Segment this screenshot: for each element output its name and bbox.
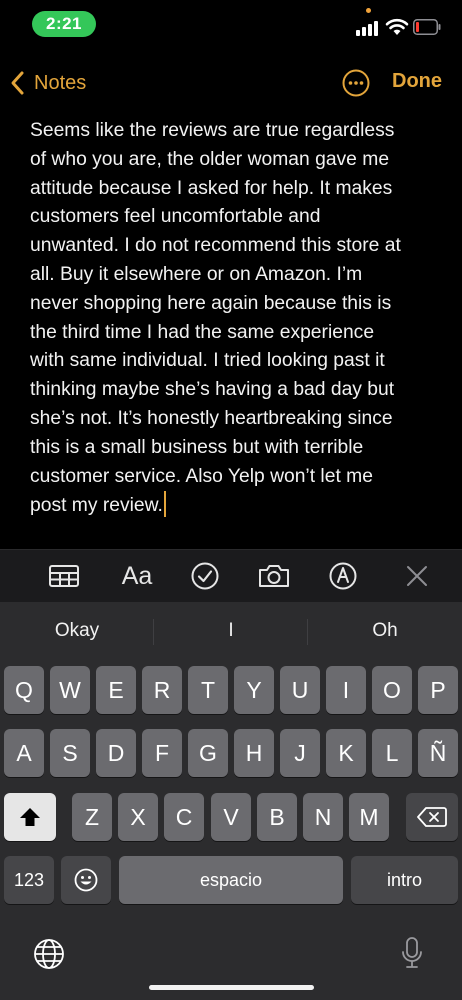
key-r[interactable]: R xyxy=(142,666,182,714)
key-s[interactable]: S xyxy=(50,729,90,777)
wifi-icon xyxy=(385,18,409,35)
checklist-button[interactable] xyxy=(191,561,219,591)
cellular-signal-icon xyxy=(356,21,378,36)
navigation-bar: Notes Done xyxy=(0,56,462,108)
suggestion-okay[interactable]: Okay xyxy=(0,616,154,646)
note-line: attitude because I asked for help. It ma… xyxy=(30,177,393,199)
key-c[interactable]: C xyxy=(164,793,204,841)
key-x[interactable]: X xyxy=(118,793,158,841)
key-f[interactable]: F xyxy=(142,729,182,777)
camera-icon xyxy=(259,565,289,587)
note-last-line: post my review. xyxy=(30,491,435,521)
key-w[interactable]: W xyxy=(50,666,90,714)
pen-tip-circle-icon xyxy=(329,562,357,590)
key-o[interactable]: O xyxy=(372,666,412,714)
key-h[interactable]: H xyxy=(234,729,274,777)
close-icon xyxy=(407,566,427,586)
note-line-text: post my review. xyxy=(30,495,163,517)
home-indicator[interactable] xyxy=(149,985,314,990)
key-j[interactable]: J xyxy=(280,729,320,777)
back-button[interactable]: Notes xyxy=(8,66,86,100)
note-line: with same individual. I tried looking pa… xyxy=(30,350,385,372)
table-icon xyxy=(49,565,79,587)
keyboard: Okay I Oh Q W E R T Y U I O P A S D F G … xyxy=(0,602,462,1000)
key-n-tilde[interactable]: Ñ xyxy=(418,729,458,777)
key-k[interactable]: K xyxy=(326,729,366,777)
emoji-icon xyxy=(74,868,98,892)
table-button[interactable] xyxy=(48,561,80,591)
shift-arrow-icon xyxy=(20,808,40,826)
status-time: 2:21 xyxy=(32,11,96,37)
predictive-text-bar: Okay I Oh xyxy=(0,602,462,660)
note-line: customers feel uncomfortable and xyxy=(30,206,321,228)
key-d[interactable]: D xyxy=(96,729,136,777)
chevron-left-icon xyxy=(11,71,24,95)
key-u[interactable]: U xyxy=(280,666,320,714)
close-toolbar-button[interactable] xyxy=(405,561,429,591)
formatting-toolbar: Aa xyxy=(0,549,462,603)
return-key[interactable]: intro xyxy=(351,856,458,904)
note-line: all. Buy it elsewhere or on Amazon. I’m xyxy=(30,263,363,285)
delete-key[interactable] xyxy=(406,793,458,841)
key-y[interactable]: Y xyxy=(234,666,274,714)
microphone-icon xyxy=(402,937,422,968)
shift-key[interactable] xyxy=(4,793,56,841)
note-line: unwanted. I do not recommend this store … xyxy=(30,235,401,257)
text-cursor xyxy=(163,491,166,518)
text-format-button[interactable]: Aa xyxy=(119,561,155,591)
suggestion-i[interactable]: I xyxy=(154,616,308,646)
key-p[interactable]: P xyxy=(418,666,458,714)
note-line: thinking maybe she’s having a bad day bu… xyxy=(30,379,395,401)
dictation-button[interactable] xyxy=(398,934,426,974)
globe-icon xyxy=(34,939,64,969)
key-i[interactable]: I xyxy=(326,666,366,714)
battery-icon xyxy=(413,19,441,35)
camera-button[interactable] xyxy=(257,561,291,591)
key-z[interactable]: Z xyxy=(72,793,112,841)
note-line: of who you are, the older woman gave me xyxy=(30,148,390,170)
markup-button[interactable] xyxy=(329,561,357,591)
note-line: the third time I had the same experience xyxy=(30,321,375,343)
key-g[interactable]: G xyxy=(188,729,228,777)
note-line: never shopping here again because this i… xyxy=(30,292,392,314)
suggestion-oh[interactable]: Oh xyxy=(308,616,462,646)
key-q[interactable]: Q xyxy=(4,666,44,714)
note-line: this is a small business but with terrib… xyxy=(30,436,364,458)
more-options-icon[interactable] xyxy=(342,69,370,97)
back-label: Notes xyxy=(34,71,87,94)
key-n[interactable]: N xyxy=(303,793,343,841)
key-m[interactable]: M xyxy=(349,793,389,841)
numbers-key[interactable]: 123 xyxy=(4,856,54,904)
key-e[interactable]: E xyxy=(96,666,136,714)
note-text-area[interactable]: Seems like the reviews are true regardle… xyxy=(30,117,435,521)
space-key[interactable]: espacio xyxy=(119,856,343,904)
globe-button[interactable] xyxy=(30,935,68,973)
done-button[interactable]: Done xyxy=(392,70,442,93)
note-line: she’s not. It’s honestly heartbreaking s… xyxy=(30,407,393,429)
privacy-indicator-dot xyxy=(366,8,371,13)
note-line: Seems like the reviews are true regardle… xyxy=(30,120,395,141)
key-t[interactable]: T xyxy=(188,666,228,714)
key-v[interactable]: V xyxy=(211,793,251,841)
checkmark-circle-icon xyxy=(191,562,219,590)
status-bar: 2:21 xyxy=(0,0,462,50)
key-a[interactable]: A xyxy=(4,729,44,777)
key-l[interactable]: L xyxy=(372,729,412,777)
note-line: customer service. Also Yelp won’t let me xyxy=(30,465,373,487)
emoji-key[interactable] xyxy=(61,856,111,904)
delete-backspace-icon xyxy=(417,807,447,827)
key-b[interactable]: B xyxy=(257,793,297,841)
